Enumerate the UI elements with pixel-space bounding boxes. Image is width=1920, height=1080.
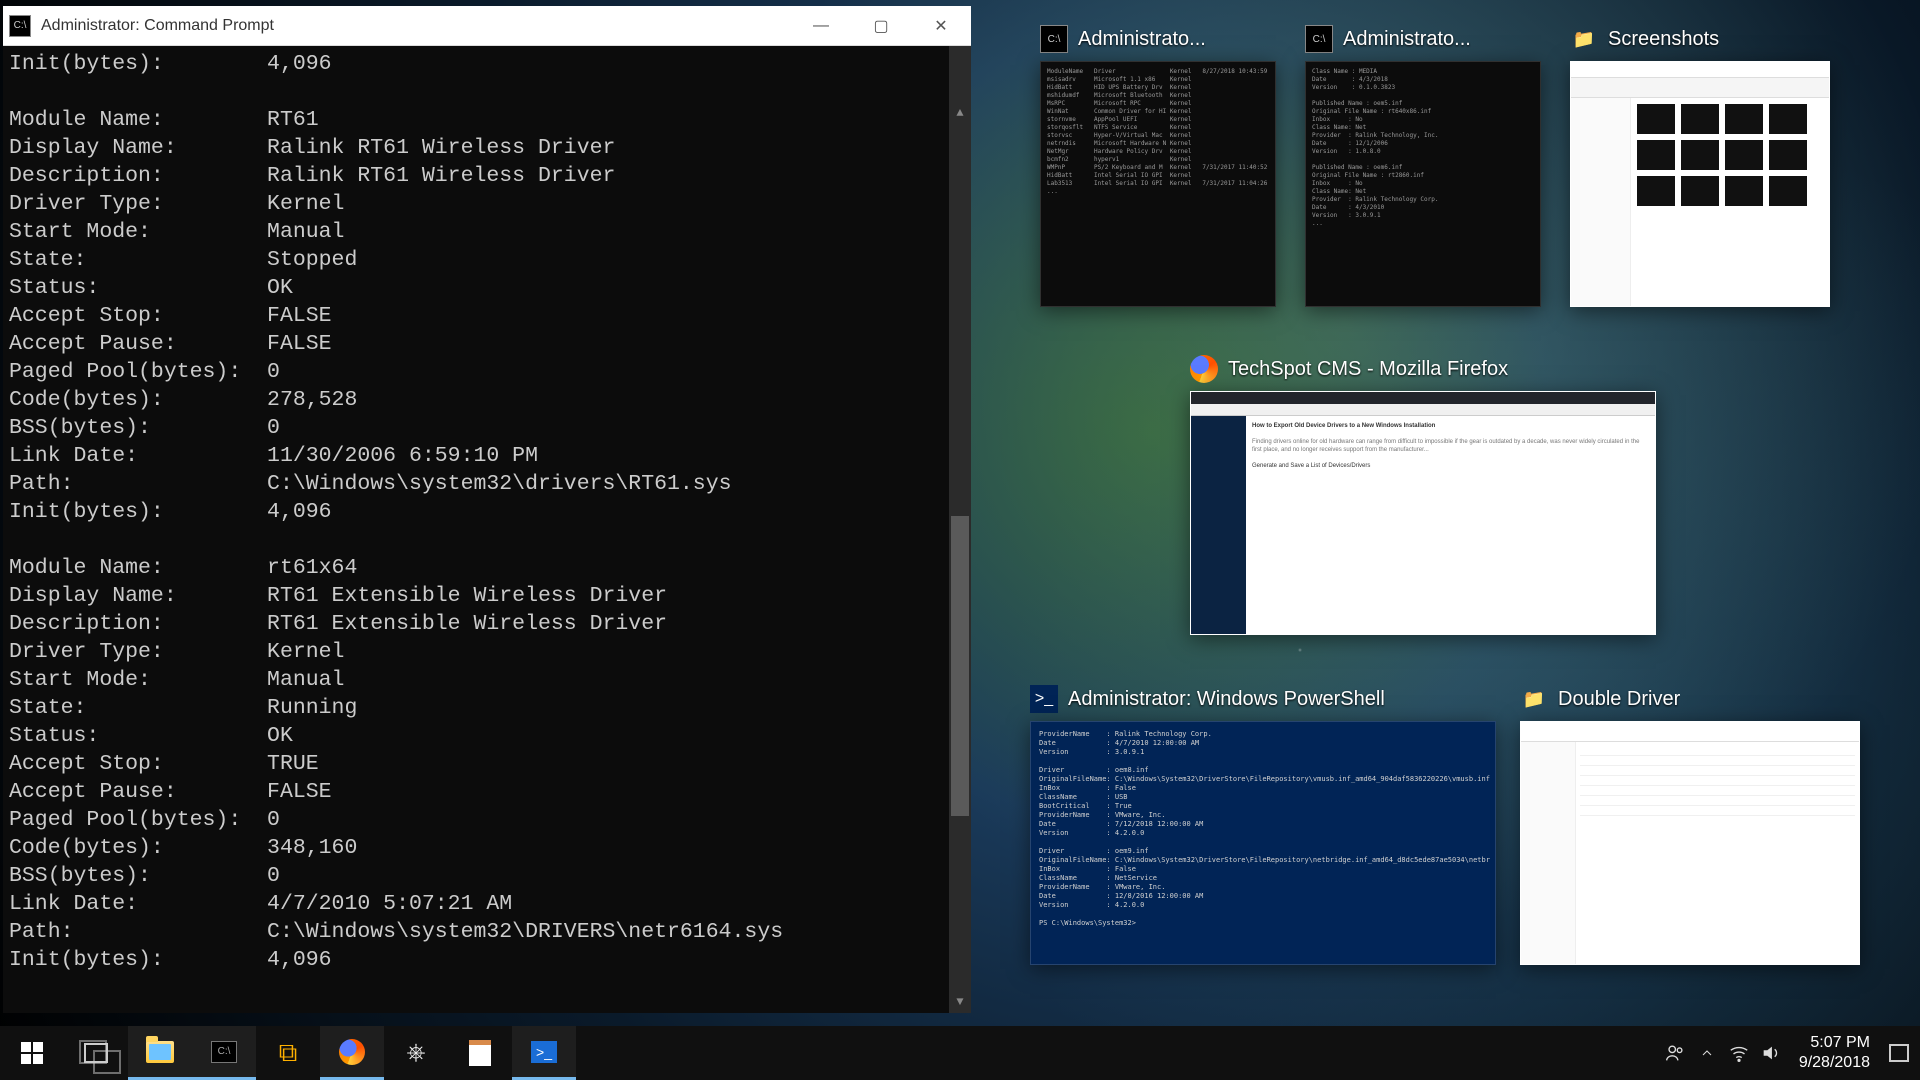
taskview-doubledriver[interactable]: 📁 Double Driver <box>1520 685 1890 965</box>
scroll-thumb[interactable] <box>951 516 969 816</box>
vmware-icon: ⧉ <box>279 1037 298 1069</box>
command-prompt-window[interactable]: C:\ Administrator: Command Prompt — ▢ ✕ … <box>3 6 971 1013</box>
cmd-icon: C:\ <box>9 15 31 37</box>
people-icon[interactable] <box>1661 1026 1689 1080</box>
cmd-titlebar[interactable]: C:\ Administrator: Command Prompt — ▢ ✕ <box>3 6 971 46</box>
minimize-button[interactable]: — <box>791 6 851 46</box>
taskview-title: Double Driver <box>1558 688 1680 711</box>
taskview-thumbnail[interactable] <box>1570 61 1830 307</box>
gitkraken-button[interactable]: ⎈ <box>384 1026 448 1080</box>
powershell-button[interactable]: >_ <box>512 1026 576 1080</box>
taskview-thumbnail[interactable]: ModuleName Driver Kernel 8/27/2018 10:43… <box>1040 61 1276 307</box>
speaker-icon[interactable] <box>1757 1026 1785 1080</box>
folder-icon: 📁 <box>1520 685 1548 713</box>
taskbar-clock[interactable]: 5:07 PM 9/28/2018 <box>1789 1033 1880 1073</box>
scroll-up-icon[interactable]: ▲ <box>949 102 971 124</box>
taskview-thumbnail[interactable]: Class Name : MEDIA Date : 4/3/2018 Versi… <box>1305 61 1541 307</box>
cmd-body[interactable]: Init(bytes): 4,096 Module Name: RT61 Dis… <box>3 46 971 1013</box>
scroll-down-icon[interactable]: ▼ <box>949 991 971 1013</box>
taskview-firefox[interactable]: TechSpot CMS - Mozilla Firefox How to Ex… <box>1190 355 1710 635</box>
gitkraken-icon: ⎈ <box>406 1039 425 1067</box>
action-center-icon <box>1889 1044 1909 1062</box>
firefox-button[interactable] <box>320 1026 384 1080</box>
firefox-article-title: How to Export Old Device Drivers to a Ne… <box>1252 423 1435 429</box>
folder-icon: 📁 <box>1570 25 1598 53</box>
maximize-button[interactable]: ▢ <box>851 6 911 46</box>
cmd-icon: C:\ <box>1040 25 1068 53</box>
taskview-thumbnail[interactable]: How to Export Old Device Drivers to a Ne… <box>1190 391 1656 635</box>
taskview-title: Administrato... <box>1078 28 1206 51</box>
taskview-screenshots[interactable]: 📁 Screenshots <box>1570 25 1850 307</box>
firefox-article-sub: Generate and Save a List of Devices/Driv… <box>1252 463 1370 469</box>
clock-date: 9/28/2018 <box>1799 1053 1870 1073</box>
tray-chevron-icon[interactable] <box>1693 1026 1721 1080</box>
cmd-scrollbar[interactable]: ▲ ▼ <box>949 46 971 1013</box>
command-prompt-button[interactable]: C:\ <box>192 1026 256 1080</box>
taskview-title: Administrato... <box>1343 28 1471 51</box>
cmd-title: Administrator: Command Prompt <box>41 17 791 35</box>
taskview-thumbnail[interactable] <box>1520 721 1860 965</box>
action-center-button[interactable] <box>1884 1026 1914 1080</box>
taskview-title: Screenshots <box>1608 28 1719 51</box>
powershell-icon: >_ <box>1030 685 1058 713</box>
ps-prompt: PS C:\Windows\System32> <box>1039 919 1136 927</box>
start-button[interactable] <box>0 1026 64 1080</box>
taskview-title: TechSpot CMS - Mozilla Firefox <box>1228 358 1508 381</box>
task-view-icon <box>84 1043 108 1063</box>
taskview-title: Administrator: Windows PowerShell <box>1068 688 1385 711</box>
firefox-icon <box>339 1039 365 1065</box>
taskview-thumbnail[interactable]: ProviderName : Ralink Technology Corp. D… <box>1030 721 1496 965</box>
notepad-icon <box>469 1040 491 1066</box>
taskbar: C:\ ⧉ ⎈ >_ 5:07 PM 9/28/2018 <box>0 1026 1920 1080</box>
taskview-cmd2[interactable]: C:\ Administrato... Class Name : MEDIA D… <box>1305 25 1565 307</box>
taskview-cmd1[interactable]: C:\ Administrato... ModuleName Driver Ke… <box>1040 25 1300 307</box>
file-explorer-button[interactable] <box>128 1026 192 1080</box>
cmd-icon: C:\ <box>211 1041 237 1063</box>
wifi-icon[interactable] <box>1725 1026 1753 1080</box>
windows-icon <box>21 1042 43 1064</box>
close-button[interactable]: ✕ <box>911 6 971 46</box>
powershell-icon: >_ <box>531 1041 557 1063</box>
task-view: C:\ Administrato... ModuleName Driver Ke… <box>1030 25 1900 1010</box>
notepad-button[interactable] <box>448 1026 512 1080</box>
task-view-button[interactable] <box>64 1026 128 1080</box>
cmd-icon: C:\ <box>1305 25 1333 53</box>
file-explorer-icon <box>146 1041 174 1063</box>
firefox-icon <box>1190 355 1218 383</box>
cmd-output: Init(bytes): 4,096 Module Name: RT61 Dis… <box>9 52 783 972</box>
taskview-powershell[interactable]: >_ Administrator: Windows PowerShell Pro… <box>1030 685 1550 965</box>
vmware-button[interactable]: ⧉ <box>256 1026 320 1080</box>
clock-time: 5:07 PM <box>1799 1033 1870 1053</box>
